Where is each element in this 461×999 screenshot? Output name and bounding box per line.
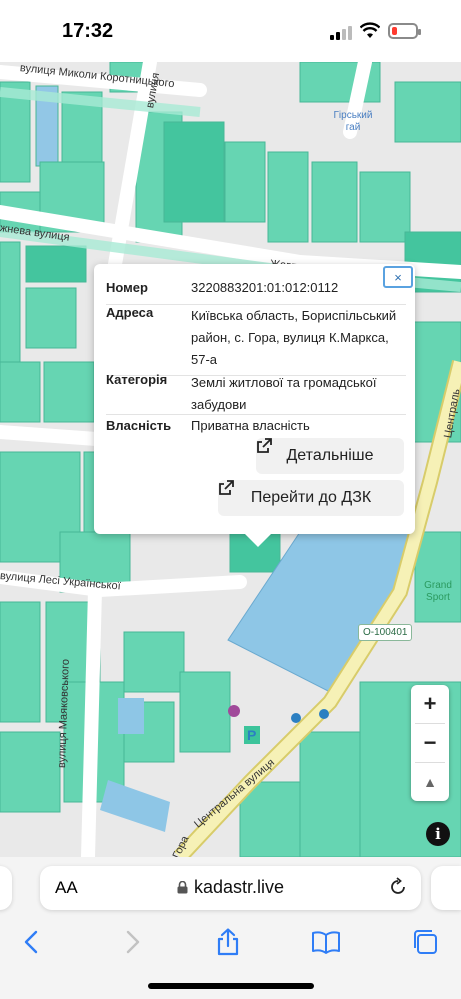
row-address-key: Адреса — [106, 305, 154, 320]
row-category-value: Землі житлової та громадської забудови — [191, 375, 377, 412]
dzk-button-label: Перейти до ДЗК — [250, 489, 372, 506]
details-button[interactable]: Детальніше — [256, 438, 404, 474]
reload-icon[interactable] — [388, 877, 408, 897]
row-ownership-value: Приватна власність — [191, 418, 310, 433]
url-text: kadastr.live — [194, 877, 285, 897]
external-link-icon — [257, 438, 272, 453]
poi-sport-label: Grand Sport — [424, 580, 452, 603]
lock-icon — [177, 881, 188, 894]
home-indicator — [148, 983, 314, 989]
row-ownership: Власність Приватна власність — [106, 418, 406, 436]
poi-park-label: Гірський гай — [333, 110, 373, 133]
row-number: Номер 3220883201:01:012:0112 — [106, 280, 406, 305]
road-number-badge: O-100401 — [358, 624, 413, 641]
popup-close-button[interactable]: × — [383, 266, 413, 288]
row-address: Адреса Київська область, Бориспільський … — [106, 305, 406, 376]
dzk-button[interactable]: Перейти до ДЗК — [218, 480, 404, 516]
cellular-signal-icon — [330, 26, 352, 40]
zoom-control: + − ▲ — [411, 685, 449, 801]
row-address-value: Київська область, Бориспільський район, … — [191, 308, 397, 367]
status-time: 17:32 — [62, 20, 114, 42]
row-number-value: 3220883201:01:012:0112 — [191, 280, 339, 295]
forward-icon[interactable] — [116, 927, 146, 957]
compass-button[interactable]: ▲ — [411, 763, 449, 801]
battery-icon — [388, 23, 421, 39]
wifi-icon — [360, 22, 380, 38]
row-category: Категорія Землі житлової та громадської … — [106, 372, 406, 415]
zoom-in-button[interactable]: + — [411, 685, 449, 723]
bookmarks-icon[interactable] — [311, 927, 341, 957]
row-category-key: Категорія — [106, 372, 168, 387]
popup-tip — [244, 533, 272, 547]
svg-text:P: P — [247, 727, 256, 743]
share-icon[interactable] — [213, 927, 243, 957]
previous-tab-card[interactable] — [0, 866, 12, 910]
row-number-key: Номер — [106, 280, 148, 295]
external-link-icon — [219, 480, 234, 495]
status-bar: 17:32 — [0, 0, 461, 62]
next-tab-card[interactable] — [431, 866, 461, 910]
details-button-label: Детальніше — [286, 447, 374, 464]
address-bar[interactable]: AA kadastr.live — [40, 866, 421, 910]
reader-format-button[interactable]: AA — [55, 878, 78, 898]
info-button[interactable]: i — [426, 822, 450, 846]
back-icon[interactable] — [18, 927, 48, 957]
tabs-icon[interactable] — [410, 927, 440, 957]
cadastral-map[interactable]: P вулиця Миколи Коротницького вулиця жне… — [0, 62, 461, 857]
zoom-out-button[interactable]: − — [411, 724, 449, 762]
compass-icon: ▲ — [423, 774, 437, 790]
row-ownership-key: Власність — [106, 418, 172, 433]
